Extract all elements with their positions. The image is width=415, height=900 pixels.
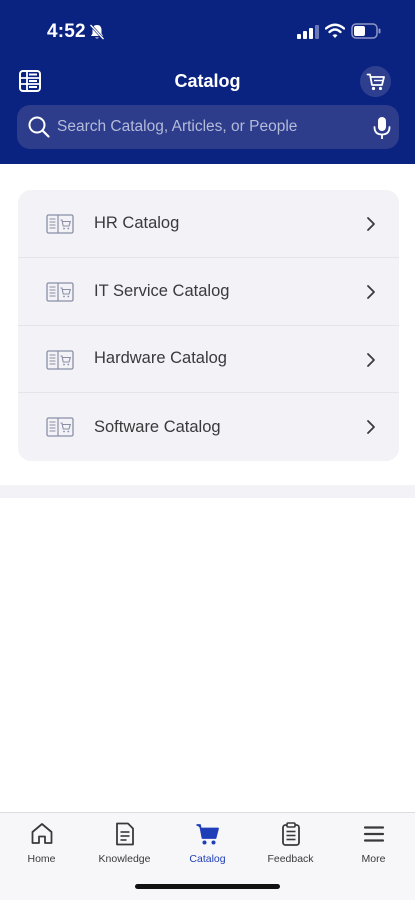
- catalog-icon: [46, 282, 74, 302]
- bell-slash-icon: [89, 24, 105, 40]
- hamburger-icon: [363, 826, 384, 842]
- chevron-right-icon: [367, 284, 375, 299]
- tab-catalog[interactable]: Catalog: [166, 821, 249, 873]
- catalog-item-label: Software Catalog: [94, 417, 221, 436]
- header: 4:52 Catalog Search Catalog, Articles, o…: [0, 0, 415, 164]
- battery-icon: [351, 23, 381, 39]
- catalog-item-it-service[interactable]: IT Service Catalog: [18, 258, 399, 326]
- catalog-item-hr[interactable]: HR Catalog: [18, 190, 399, 258]
- status-bar: 4:52: [0, 0, 415, 62]
- cart-icon: [366, 73, 385, 90]
- home-icon: [31, 823, 52, 844]
- tab-more[interactable]: More: [332, 821, 415, 873]
- tab-feedback[interactable]: Feedback: [249, 821, 332, 873]
- search-icon: [28, 116, 50, 138]
- page-title: Catalog: [174, 71, 241, 91]
- chevron-right-icon: [367, 352, 375, 367]
- nav-row: Catalog: [0, 62, 415, 102]
- clipboard-icon: [281, 822, 300, 846]
- catalog-item-hardware[interactable]: Hardware Catalog: [18, 326, 399, 394]
- mic-icon[interactable]: [371, 116, 393, 140]
- catalog-item-label: IT Service Catalog: [94, 281, 230, 300]
- catalog-icon: [46, 214, 74, 234]
- tab-label: More: [361, 853, 386, 865]
- signal-icon: [297, 25, 319, 39]
- catalog-icon: [46, 349, 74, 370]
- tab-label: Catalog: [189, 853, 226, 865]
- cart-button[interactable]: [360, 66, 391, 97]
- tab-label: Home: [27, 853, 56, 865]
- tab-label: Knowledge: [98, 853, 151, 865]
- chevron-right-icon: [367, 217, 375, 231]
- catalog-icon: [46, 417, 74, 437]
- catalog-screen: 4:52 Catalog Search Catalog, Articles, o…: [0, 0, 415, 900]
- tab-label: Feedback: [267, 853, 314, 865]
- section-divider: [0, 485, 415, 498]
- cart-icon: [196, 824, 219, 845]
- home-indicator[interactable]: [135, 884, 280, 889]
- catalog-item-software[interactable]: Software Catalog: [18, 393, 399, 461]
- chevron-right-icon: [367, 420, 375, 435]
- search-input[interactable]: [57, 105, 357, 149]
- wifi-icon: [325, 23, 345, 38]
- tab-home[interactable]: Home: [0, 821, 83, 873]
- catalog-list: HR Catalog IT Service Catalog Hardware C…: [18, 190, 399, 461]
- catalog-item-label: Hardware Catalog: [94, 349, 227, 368]
- status-time: 4:52: [47, 21, 86, 42]
- tab-knowledge[interactable]: Knowledge: [83, 821, 166, 873]
- search-bar[interactable]: [17, 105, 399, 149]
- document-icon: [115, 822, 134, 846]
- catalog-item-label: HR Catalog: [94, 213, 180, 232]
